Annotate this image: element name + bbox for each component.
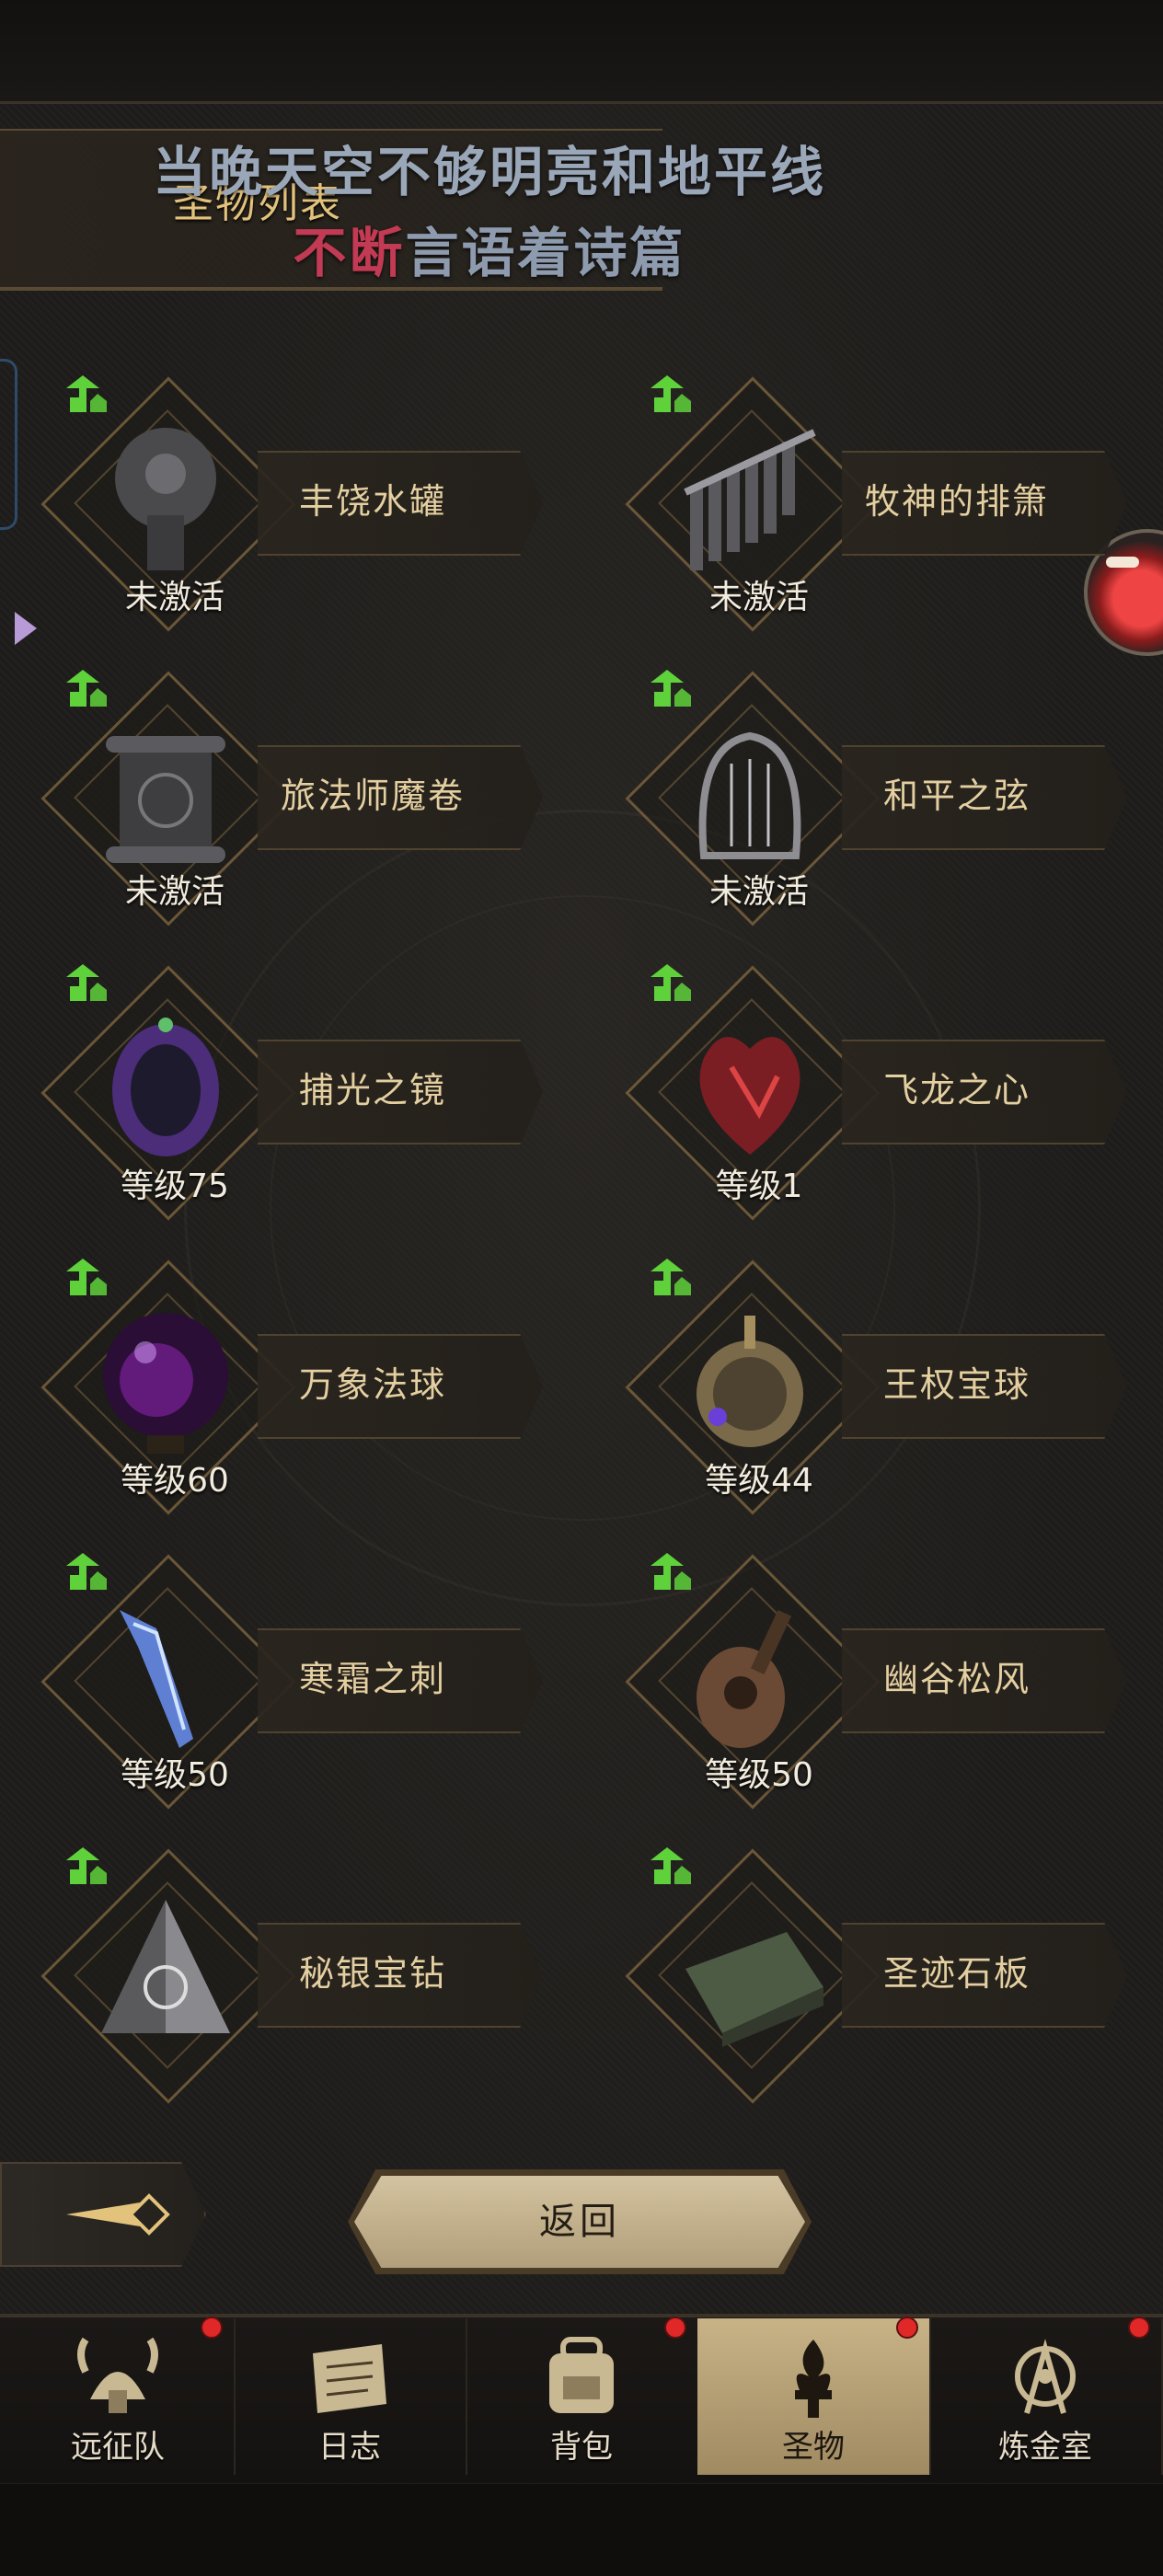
- upgrade-arrow-icon: [66, 1847, 107, 1884]
- notification-dot: [664, 2317, 686, 2339]
- relic-name: 旅法师魔卷: [280, 776, 465, 816]
- backpack-icon: [549, 2337, 614, 2413]
- relic-card[interactable]: 万象法球等级60: [28, 1259, 580, 1515]
- pan-flute-icon: [684, 429, 816, 570]
- relic-name: 秘银宝钻: [298, 1953, 446, 1994]
- notification-dot: [896, 2317, 918, 2339]
- tab-viking-helmet[interactable]: 远征队: [2, 2318, 236, 2475]
- arrow-diamond-icon: [66, 2193, 170, 2236]
- relic-card[interactable]: 飞龙之心等级1: [612, 964, 1163, 1221]
- relic-status: 未激活: [708, 873, 809, 911]
- relic-status: 等级50: [705, 1756, 813, 1794]
- upgrade-arrow-icon: [651, 1259, 691, 1295]
- tab-journal[interactable]: 日志: [234, 2318, 467, 2475]
- stone-tablet-icon: [685, 1932, 823, 2047]
- top-bar: [0, 0, 1163, 104]
- side-panel-handle[interactable]: [0, 359, 17, 530]
- tab-label: 圣物: [782, 2429, 845, 2466]
- upgrade-arrow-icon: [651, 375, 691, 412]
- relic-name: 万象法球: [298, 1364, 446, 1405]
- upgrade-arrow-icon: [651, 964, 691, 1001]
- upgrade-arrow-icon: [651, 1847, 691, 1884]
- relic-card[interactable]: 王权宝球等级44: [612, 1259, 1163, 1515]
- lyric-line-2: 不断言语着诗篇: [0, 210, 1071, 287]
- upgrade-arrow-icon: [651, 670, 691, 707]
- relic-status: 等级75: [121, 1167, 229, 1205]
- relic-nav-badge[interactable]: [0, 2162, 206, 2267]
- frost-shard-icon: [120, 1610, 193, 1748]
- lyric-rest: 言语着诗篇: [405, 222, 686, 284]
- tab-backpack[interactable]: 背包: [466, 2318, 699, 2475]
- relic-name: 飞龙之心: [882, 1070, 1031, 1110]
- notification-dot: [1128, 2317, 1150, 2339]
- relic-name: 牧神的排箫: [864, 481, 1049, 522]
- upgrade-arrow-icon: [66, 1553, 107, 1590]
- relic-status: 未激活: [124, 873, 225, 911]
- lute-icon: [697, 1609, 792, 1748]
- lyric-highlight: 不断: [293, 222, 406, 284]
- urn-icon: [115, 428, 216, 570]
- upgrade-arrow-icon: [66, 375, 107, 412]
- scroll-icon: [106, 736, 225, 863]
- upgrade-arrow-icon: [651, 1553, 691, 1590]
- relic-status: 未激活: [708, 579, 809, 616]
- relic-card[interactable]: 秘银宝钻: [28, 1847, 580, 2104]
- relic-card[interactable]: 旅法师魔卷未激活: [28, 670, 580, 926]
- relic-name: 寒霜之刺: [298, 1659, 446, 1699]
- relic-name: 丰饶水罐: [298, 481, 446, 522]
- tab-alchemy[interactable]: 炼金室: [929, 2318, 1163, 2475]
- relic-status: 未激活: [124, 579, 225, 616]
- relic-card[interactable]: 捕光之镜等级75: [28, 964, 580, 1221]
- relic-card[interactable]: 幽谷松风等级50: [612, 1553, 1163, 1810]
- dragon-heart-icon: [699, 1037, 800, 1155]
- tab-brazier[interactable]: 圣物: [697, 2318, 931, 2475]
- upgrade-arrow-icon: [66, 1259, 107, 1295]
- mirror-icon: [112, 1018, 219, 1156]
- relic-status: 等级44: [705, 1462, 813, 1500]
- relic-card[interactable]: 和平之弦未激活: [612, 670, 1163, 926]
- brazier-icon: [795, 2340, 832, 2418]
- relic-name: 和平之弦: [882, 776, 1031, 816]
- tab-label: 日志: [318, 2429, 381, 2466]
- lyric-line-1: 当晚天空不够明亮和地平线: [152, 141, 826, 203]
- relic-status: 等级60: [121, 1462, 229, 1500]
- relic-status: 等级50: [121, 1756, 229, 1794]
- tab-label: 炼金室: [998, 2429, 1092, 2466]
- expand-arrow-icon[interactable]: [15, 612, 37, 645]
- alchemy-icon: [1015, 2339, 1076, 2414]
- return-button[interactable]: 返回: [354, 2176, 805, 2268]
- relic-card[interactable]: 寒霜之刺等级50: [28, 1553, 580, 1810]
- relic-name: 王权宝球: [882, 1364, 1031, 1405]
- orb-icon: [103, 1313, 228, 1454]
- relic-name: 圣迹石板: [882, 1953, 1031, 1994]
- relic-card[interactable]: 圣迹石板: [612, 1847, 1163, 2104]
- viking-helmet-icon: [77, 2337, 158, 2413]
- tab-label: 远征队: [71, 2429, 165, 2466]
- notification-dot: [201, 2317, 223, 2339]
- lyre-icon: [698, 731, 801, 859]
- relic-card[interactable]: 丰饶水罐未激活: [28, 375, 580, 632]
- upgrade-arrow-icon: [66, 670, 107, 707]
- relic-card[interactable]: 牧神的排箫未激活: [612, 375, 1163, 632]
- relic-status: 等级1: [715, 1167, 803, 1205]
- relic-name: 捕光之镜: [298, 1070, 446, 1110]
- upgrade-arrow-icon: [66, 964, 107, 1001]
- relic-name: 幽谷松风: [882, 1659, 1031, 1699]
- pyramid-gem-icon: [101, 1900, 230, 2033]
- bottom-strip: [0, 2484, 1163, 2576]
- tab-label: 背包: [550, 2429, 613, 2466]
- journal-icon: [313, 2344, 386, 2413]
- royal-orb-icon: [697, 1316, 803, 1447]
